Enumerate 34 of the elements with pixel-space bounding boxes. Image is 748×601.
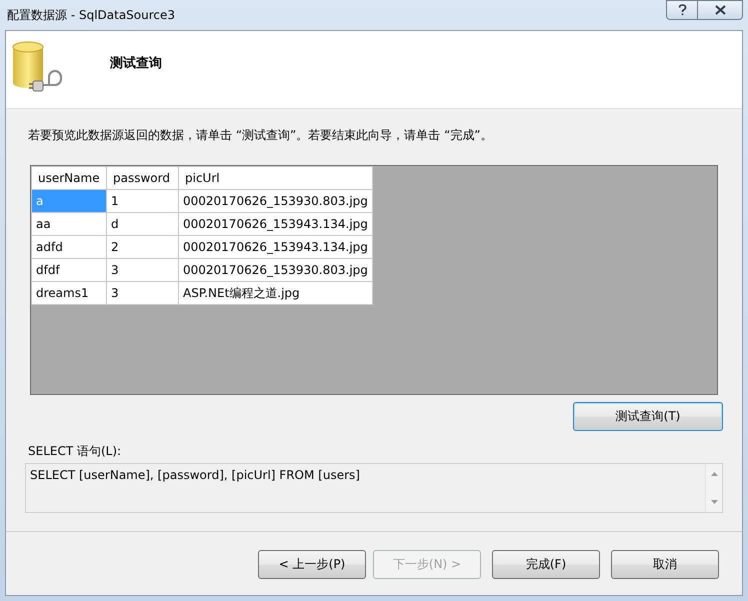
close-button[interactable] xyxy=(698,0,743,20)
column-header[interactable]: picUrl xyxy=(178,166,372,190)
wizard-button[interactable]: 完成(F) xyxy=(492,550,600,579)
table-cell[interactable]: dfdf xyxy=(32,258,106,282)
column-header[interactable]: password xyxy=(106,166,178,190)
test-query-button[interactable]: 测试查询(T) xyxy=(573,402,723,431)
help-button[interactable] xyxy=(666,0,698,20)
page-heading: 测试查询 xyxy=(110,55,162,72)
data-grid[interactable]: userName password picUrl a 1 00020170626_153930.803.jpg aa d 00020170626_153943.134.jpg adfd 2 00020170626_153943.134.jpg dfdf 3 00020170626_153930.803.jpg dreams1 3 ASP.NEt编程之道.jpg xyxy=(31,166,373,305)
table-cell[interactable]: 2 xyxy=(106,236,178,258)
table-cell[interactable]: d xyxy=(106,212,178,236)
table-cell[interactable]: dreams1 xyxy=(32,282,106,304)
table-cell[interactable]: 3 xyxy=(106,282,178,304)
table-cell[interactable]: ASP.NEt编程之道.jpg xyxy=(178,282,372,304)
column-header[interactable]: userName xyxy=(32,166,106,190)
wizard-button[interactable]: < 上一步(P) xyxy=(258,550,366,579)
help-icon xyxy=(678,4,686,16)
table-cell[interactable]: 3 xyxy=(106,258,178,282)
field-label: SELECT 语句(L): xyxy=(28,443,122,457)
window-title: 配置数据源 - SqlDataSource3 xyxy=(6,6,176,24)
sql-text: SELECT [userName], [password], [picUrl] FROM [users] xyxy=(29,467,361,484)
table-cell[interactable]: 00020170626_153930.803.jpg xyxy=(178,258,372,282)
table-cell[interactable]: 1 xyxy=(106,190,178,212)
scroll-down-icon[interactable] xyxy=(710,500,718,504)
table-cell[interactable]: adfd xyxy=(32,236,106,258)
table-cell[interactable]: aa xyxy=(32,212,106,236)
table-cell[interactable]: 00020170626_153943.134.jpg xyxy=(178,236,372,258)
instruction-text: 若要预览此数据源返回的数据，请单击 “测试查询”。若要结束此向导，请单击 “完成”。 xyxy=(28,127,494,144)
sql-field[interactable]: SELECT [userName], [password], [picUrl] FROM [users] xyxy=(25,463,723,513)
wizard-button[interactable]: 取消 xyxy=(611,550,719,579)
close-icon xyxy=(714,5,726,15)
table-cell[interactable]: 00020170626_153943.134.jpg xyxy=(178,212,372,236)
scroll-up-icon[interactable] xyxy=(710,472,718,476)
table-cell[interactable]: 00020170626_153930.803.jpg xyxy=(178,190,372,212)
